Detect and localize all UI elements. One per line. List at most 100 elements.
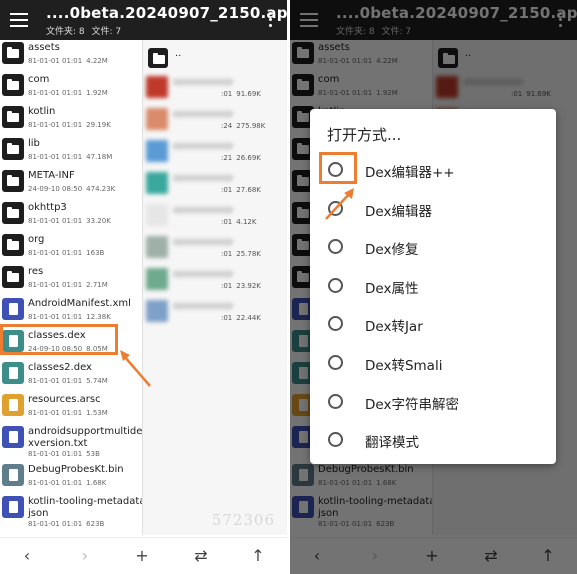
- folders-count: 文件夹: 8: [46, 27, 85, 37]
- file-meta: 81-01-01 01:0129.19K: [28, 121, 115, 129]
- file-meta: 81-01-01 01:0147.18M: [28, 153, 116, 161]
- file-meta: 81-01-01 01:011.68K: [28, 479, 110, 487]
- radio-button[interactable]: [328, 355, 343, 370]
- more-options-icon[interactable]: [269, 12, 273, 28]
- parent-directory-row[interactable]: ..: [143, 40, 287, 72]
- file-date: 81-01-01 01:01: [28, 121, 83, 129]
- file-date: 81-01-01 01:01: [28, 57, 83, 65]
- file-size: 33.20K: [86, 217, 111, 225]
- file-meta: :24275.98K: [221, 122, 269, 130]
- blurred-name: [173, 175, 233, 181]
- folder-icon: [2, 138, 24, 160]
- blurred-file-row[interactable]: :0123.92K: [143, 264, 287, 296]
- blurred-name: [173, 271, 233, 277]
- bin-file-icon: [2, 464, 24, 486]
- open-with-option[interactable]: 翻译模式: [310, 421, 556, 457]
- file-meta: 81-01-01 01:01163B: [28, 249, 108, 257]
- file-time: :21: [221, 154, 233, 162]
- file-list-item[interactable]: org 81-01-01 01:01163B: [0, 232, 142, 264]
- file-list-item[interactable]: kotlin-tooling-metadata.json81-01-01 01:…: [0, 494, 142, 532]
- blurred-file-row[interactable]: :0125.78K: [143, 232, 287, 264]
- file-size: 47.18M: [86, 153, 113, 161]
- swap-panes-button[interactable]: ⇄: [190, 545, 212, 567]
- radio-button[interactable]: [328, 432, 343, 448]
- open-with-option[interactable]: Dex转Jar: [310, 305, 556, 341]
- radio-button[interactable]: [328, 277, 343, 293]
- blurred-file-row[interactable]: :0122.44K: [143, 296, 287, 328]
- blurred-thumbnail: [146, 300, 168, 322]
- open-with-option[interactable]: Dex属性: [310, 267, 556, 303]
- watermark: 572306: [211, 511, 275, 529]
- blurred-thumbnail: [146, 108, 168, 130]
- file-list-item[interactable]: res 81-01-01 01:012.71M: [0, 264, 142, 296]
- file-time: :24: [221, 122, 233, 130]
- open-with-option[interactable]: Dex修复: [310, 228, 556, 264]
- file-meta: 81-01-01 01:014.22M: [28, 57, 112, 65]
- file-size: 2.71M: [86, 281, 108, 289]
- folder-icon: [2, 202, 24, 224]
- file-name: com: [28, 74, 50, 85]
- file-list-item[interactable]: kotlin 81-01-01 01:0129.19K: [0, 104, 142, 136]
- file-date: 81-01-01 01:01: [28, 153, 83, 161]
- file-list-item[interactable]: META-INF 24-09-10 08:50474.23K: [0, 168, 142, 200]
- radio-button[interactable]: [328, 393, 343, 409]
- file-meta: :0122.44K: [221, 314, 265, 322]
- open-with-option[interactable]: Dex转Smali: [310, 344, 556, 380]
- file-name: androidsupportmultidexversion.txt: [28, 426, 142, 450]
- file-name: kotlin-tooling-metadata.json: [28, 496, 142, 520]
- blurred-name: [173, 303, 233, 309]
- menu-icon[interactable]: [10, 13, 28, 27]
- file-size: 163B: [86, 249, 105, 257]
- option-highlight: [319, 152, 357, 184]
- blurred-name: [173, 111, 233, 117]
- add-button[interactable]: +: [131, 545, 153, 567]
- file-name: org: [28, 234, 45, 245]
- option-label: Dex修复: [365, 242, 419, 259]
- blurred-file-row[interactable]: :014.12K: [143, 200, 287, 232]
- file-list-item[interactable]: com 81-01-01 01:011.92M: [0, 72, 142, 104]
- parent-directory-button[interactable]: ↑: [247, 545, 269, 567]
- file-time: :01: [221, 186, 233, 194]
- file-size: 1.53M: [86, 409, 108, 417]
- blurred-thumbnail: [146, 76, 168, 98]
- file-meta: :014.12K: [221, 218, 260, 226]
- folder-file-count: 文件夹: 8 文件: 7: [46, 24, 125, 37]
- classes-dex-highlight: [0, 324, 118, 355]
- blurred-file-row[interactable]: :0127.68K: [143, 168, 287, 200]
- file-size: 23.92K: [236, 282, 261, 290]
- path-title: ....0beta.20240907_2150.apk/: [46, 4, 287, 22]
- blurred-name: [173, 207, 233, 213]
- file-list-item[interactable]: DebugProbesKt.bin 81-01-01 01:011.68K: [0, 462, 142, 494]
- file-size: 22.44K: [236, 314, 261, 322]
- file-date: 81-01-01 01:01: [28, 450, 83, 458]
- dex-file-icon: [2, 362, 24, 384]
- file-list-item[interactable]: androidsupportmultidexversion.txt81-01-0…: [0, 424, 142, 462]
- file-name: META-INF: [28, 170, 75, 181]
- screenshot-root: ....0beta.20240907_2150.apk/ 文件夹: 8 文件: …: [0, 0, 577, 574]
- file-list-item[interactable]: lib 81-01-01 01:0147.18M: [0, 136, 142, 168]
- file-size: 4.22M: [86, 57, 108, 65]
- forward-button[interactable]: ›: [74, 545, 96, 567]
- file-size: 275.98K: [236, 122, 266, 130]
- file-list-item[interactable]: okhttp3 81-01-01 01:0133.20K: [0, 200, 142, 232]
- blurred-thumbnail: [146, 268, 168, 290]
- option-label: Dex转Smali: [365, 358, 443, 374]
- blurred-file-row[interactable]: :0191.69K: [143, 72, 287, 104]
- open-with-option[interactable]: Dex字符串解密: [310, 383, 556, 419]
- folder-icon: [148, 48, 168, 68]
- file-name: lib: [28, 138, 40, 149]
- blurred-name: [173, 143, 233, 149]
- left-screen: ....0beta.20240907_2150.apk/ 文件夹: 8 文件: …: [0, 0, 287, 574]
- option-label: Dex编辑器++: [365, 165, 455, 181]
- radio-button[interactable]: [328, 316, 343, 332]
- file-list-item[interactable]: resources.arsc 81-01-01 01:011.53M: [0, 392, 142, 424]
- file-name: AndroidManifest.xml: [28, 298, 131, 309]
- blurred-file-row[interactable]: :2126.69K: [143, 136, 287, 168]
- blurred-name: [173, 239, 233, 245]
- blurred-file-row[interactable]: :24275.98K: [143, 104, 287, 136]
- radio-button[interactable]: [328, 239, 343, 255]
- file-list-item[interactable]: assets 81-01-01 01:014.22M: [0, 40, 142, 72]
- back-button[interactable]: ‹: [16, 545, 38, 567]
- pointer-arrow: [325, 188, 354, 220]
- blurred-thumbnail: [146, 236, 168, 258]
